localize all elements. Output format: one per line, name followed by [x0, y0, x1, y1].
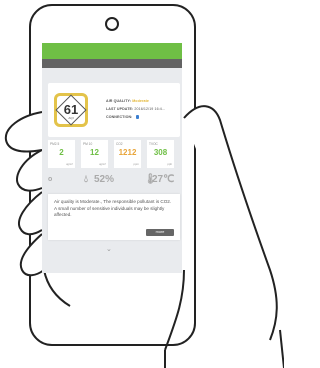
metric-card-pm10[interactable]: PM 10 12 ug/m³ [81, 140, 108, 168]
metric-unit: ppm [133, 162, 139, 166]
metric-label: PM 10 [83, 142, 93, 146]
metric-label: TVOC [149, 142, 158, 146]
connection-label: CONNECTION: [106, 115, 133, 119]
metric-label: CO2 [116, 142, 123, 146]
more-button[interactable]: more [146, 229, 174, 236]
metric-value: 2 [59, 148, 64, 157]
air-quality-label: AIR QUALITY: [106, 99, 132, 103]
metric-unit: ug/m³ [98, 162, 106, 166]
last-update-value: 2016/12/19 16:4... [134, 107, 166, 111]
humidity-value: 52% [94, 174, 115, 185]
app-header-bar [42, 43, 182, 59]
bluetooth-icon[interactable] [135, 115, 139, 120]
metric-label: PM2.5 [50, 142, 60, 146]
double-chevron-down-icon[interactable]: ⌄ [106, 245, 112, 253]
metric-card-co2[interactable]: CO2 1212 ppm [114, 140, 141, 168]
metric-value: 12 [90, 148, 99, 157]
advice-line-2: A small number of sensitive individuals … [54, 206, 165, 217]
metric-unit: ug/m³ [65, 162, 73, 166]
last-update-row: LAST UPDATE: 2016/12/19 16:4... [106, 107, 165, 111]
environment-row: o 💧︎ 52% 🌡︎ 27℃ [48, 173, 180, 187]
droplet-icon: 💧︎ [84, 174, 88, 185]
app-screen: 61 AQI AIR QUALITY: Moderate LAST UPDATE… [42, 43, 182, 273]
metric-value: 308 [153, 148, 168, 157]
metric-card-pm25[interactable]: PM2.5 2 ug/m³ [48, 140, 75, 168]
advice-card: Air quality is Moderate., The responsibl… [48, 194, 180, 240]
aqi-badge: 61 AQI [54, 93, 88, 127]
aqi-unit: AQI [68, 116, 74, 120]
connection-row: CONNECTION: [106, 115, 139, 120]
air-quality-value: Moderate [132, 99, 149, 103]
aqi-value: 61 [63, 102, 79, 117]
metric-card-tvoc[interactable]: TVOC 308 ppb [147, 140, 174, 168]
last-update-label: LAST UPDATE: [106, 107, 134, 111]
advice-line-1: Air quality is Moderate., The responsibl… [54, 199, 172, 204]
temperature-value: 27℃ [152, 174, 175, 185]
metric-unit: ppb [167, 162, 172, 166]
dot-icon: o [48, 176, 53, 183]
app-subheader-bar [42, 59, 182, 68]
advice-text: Air quality is Moderate., The responsibl… [54, 199, 172, 219]
air-quality-row: AIR QUALITY: Moderate [106, 99, 149, 103]
metric-value: 1212 [118, 148, 137, 157]
